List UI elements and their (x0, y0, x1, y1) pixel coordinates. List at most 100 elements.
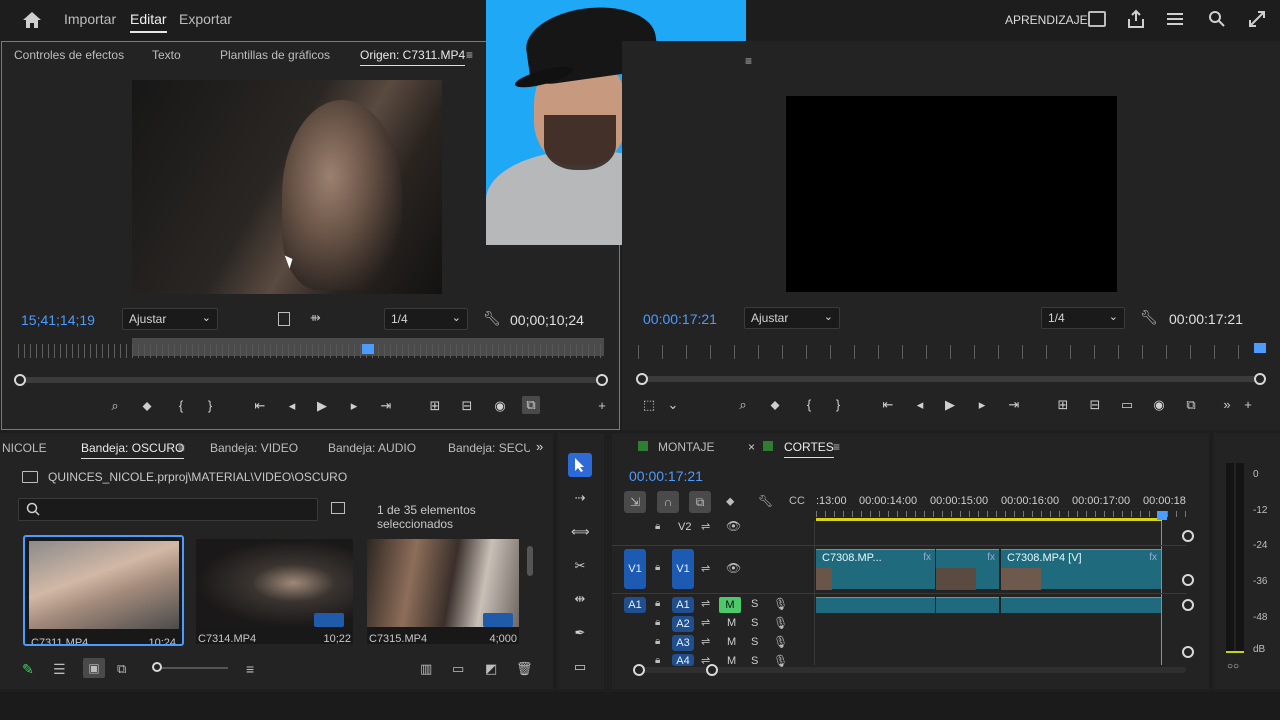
timeline-playhead-head[interactable] (1157, 511, 1167, 520)
bin-scrollbar[interactable] (527, 546, 533, 576)
panel-menu-icon[interactable]: ≡ (833, 440, 840, 454)
play-icon[interactable]: ▶ (313, 397, 331, 415)
timeline-timecode[interactable]: 00:00:17:21 (629, 468, 703, 484)
tab-texto[interactable]: Texto (152, 48, 181, 62)
tab-bandeja-audio[interactable]: Bandeja: AUDIO (328, 441, 416, 455)
tab-cortes[interactable]: CORTES (784, 440, 834, 458)
chevron-down-icon[interactable]: ⌄ (664, 396, 682, 414)
thumbnail-item[interactable]: C7311.MP4 10;24 (23, 535, 184, 646)
work-area-bar[interactable] (816, 518, 1162, 521)
track-target-a4[interactable]: A4 (672, 654, 694, 666)
source-timecode-left[interactable]: 15;41;14;19 (21, 312, 95, 328)
zoom-view-icon[interactable]: ⌕ (106, 397, 124, 415)
snap-icon[interactable]: ∩ (657, 491, 679, 513)
panel-layout-icon[interactable] (1088, 11, 1106, 27)
video-clip[interactable]: fx (936, 549, 999, 590)
lock-icon[interactable]: 🔒︎ (655, 562, 660, 573)
source-patch-a1[interactable]: A1 (624, 597, 646, 613)
slip-tool-icon[interactable]: ⇹ (571, 590, 589, 608)
step-forward-icon[interactable]: ▸ (973, 396, 991, 414)
selection-tool-icon[interactable] (568, 453, 592, 477)
track-target-a3[interactable]: A3 (672, 635, 694, 651)
microphone-icon[interactable]: 🎙︎ (773, 654, 788, 668)
mark-out-icon[interactable]: } (829, 396, 847, 414)
source-patch-v1[interactable]: V1 (624, 549, 646, 589)
icon-view-icon[interactable]: ▣ (83, 658, 105, 678)
fullscreen-icon[interactable] (1247, 9, 1267, 29)
timeline-ruler[interactable]: :13:00 00:00:14:00 00:00:15:00 00:00:16:… (816, 491, 1188, 521)
lock-icon[interactable]: 🔒︎ (655, 617, 660, 628)
zoom-slider-handle[interactable] (152, 662, 162, 672)
track-target-v1[interactable]: V1 (672, 549, 694, 589)
new-search-bin-icon[interactable] (331, 502, 345, 514)
tab-origen[interactable]: Origen: C7311.MP4 (360, 48, 466, 66)
sync-lock-icon[interactable]: ⇌ (701, 635, 710, 648)
freeform-view-icon[interactable]: ⧉ (117, 661, 126, 677)
solo-button-a3[interactable]: S (751, 636, 758, 648)
go-to-in-icon[interactable]: ⇤ (879, 396, 897, 414)
mute-button-a3[interactable]: M (727, 636, 736, 648)
captions-icon[interactable]: CC (789, 495, 805, 507)
source-playhead[interactable] (362, 344, 374, 354)
program-fit-select[interactable]: Ajustar ⌄ (744, 307, 840, 329)
close-icon[interactable]: × (748, 440, 755, 454)
microphone-icon[interactable]: 🎙︎ (773, 597, 788, 611)
audio-clip[interactable] (816, 597, 935, 613)
panel-menu-icon[interactable]: ≡ (178, 441, 185, 455)
solo-left-icon[interactable]: ○○ (1227, 661, 1239, 672)
go-to-out-icon[interactable]: ⇥ (1005, 396, 1023, 414)
nav-editar[interactable]: Editar (130, 11, 167, 33)
pencil-icon[interactable]: ✎ (22, 661, 34, 678)
audio-scroll-bottom-handle[interactable] (1182, 646, 1194, 658)
go-to-in-icon[interactable]: ⇤ (251, 397, 269, 415)
video-scroll-bottom-handle[interactable] (1182, 574, 1194, 586)
mute-button-a2[interactable]: M (727, 617, 736, 629)
audio-scroll-top-handle[interactable] (1182, 599, 1194, 611)
rectangle-tool-icon[interactable]: ▭ (571, 658, 589, 676)
source-fit-select[interactable]: Ajustar ⌄ (122, 308, 218, 330)
eye-icon[interactable]: 👁︎ (726, 561, 741, 575)
clip-icon[interactable] (278, 312, 290, 326)
audio-clip[interactable] (1001, 597, 1161, 613)
lift-icon[interactable]: ⊞ (1054, 396, 1072, 414)
panel-menu-icon[interactable]: ≡ (745, 54, 752, 68)
add-button-icon[interactable]: + (1239, 396, 1257, 414)
tab-bandeja-video[interactable]: Bandeja: VIDEO (210, 441, 298, 455)
eye-icon[interactable]: 👁︎ (726, 519, 741, 533)
share-icon[interactable] (1127, 9, 1145, 29)
insert-icon[interactable]: ⊞ (426, 397, 444, 415)
wrench-icon[interactable]: 🔧︎ (1140, 309, 1158, 326)
pen-tool-icon[interactable]: ✒ (571, 624, 589, 642)
wrench-icon[interactable]: 🔧︎ (758, 494, 773, 508)
track-target-a2[interactable]: A2 (672, 616, 694, 632)
mark-in-icon[interactable]: { (172, 397, 190, 415)
program-zoom-right-handle[interactable] (1254, 373, 1266, 385)
lock-icon[interactable]: 🔒︎ (655, 636, 660, 647)
step-back-icon[interactable]: ◂ (911, 396, 929, 414)
video-clip[interactable]: C7308.MP4 [V] fx (1001, 549, 1161, 590)
mute-button-a1[interactable]: M (719, 597, 741, 613)
lock-icon[interactable]: 🔒︎ (655, 598, 660, 609)
program-timecode-left[interactable]: 00:00:17:21 (643, 311, 717, 327)
program-quality-select[interactable]: 1/4 ⌄ (1041, 307, 1125, 329)
sync-lock-icon[interactable]: ⇌ (701, 520, 710, 533)
tab-montaje[interactable]: MONTAJE (658, 440, 714, 454)
lock-icon[interactable]: 🔒︎ (655, 521, 660, 532)
sync-lock-icon[interactable]: ⇌ (701, 597, 710, 610)
program-zoom-left-handle[interactable] (636, 373, 648, 385)
mark-out-icon[interactable]: } (201, 397, 219, 415)
search-field[interactable] (18, 498, 318, 521)
razor-tool-icon[interactable]: ✂ (571, 557, 589, 575)
panel-menu-icon[interactable]: ≡ (466, 48, 473, 62)
microphone-icon[interactable]: 🎙︎ (773, 635, 788, 649)
lock-icon[interactable]: 🔒︎ (655, 655, 660, 666)
microphone-icon[interactable]: 🎙︎ (773, 616, 788, 630)
tab-bandeja-oscuro[interactable]: Bandeja: OSCURO (81, 441, 185, 459)
timeline-zoom-left-handle[interactable] (633, 664, 645, 676)
home-icon[interactable] (22, 10, 42, 30)
safe-margins-icon[interactable]: ⬚ (640, 396, 658, 414)
comparison-view-icon[interactable]: ⧉ (522, 396, 540, 414)
timeline-zoom-right-handle[interactable] (706, 664, 718, 676)
video-clip[interactable]: C7308.MP... fx (816, 549, 935, 590)
go-to-out-icon[interactable]: ⇥ (377, 397, 395, 415)
